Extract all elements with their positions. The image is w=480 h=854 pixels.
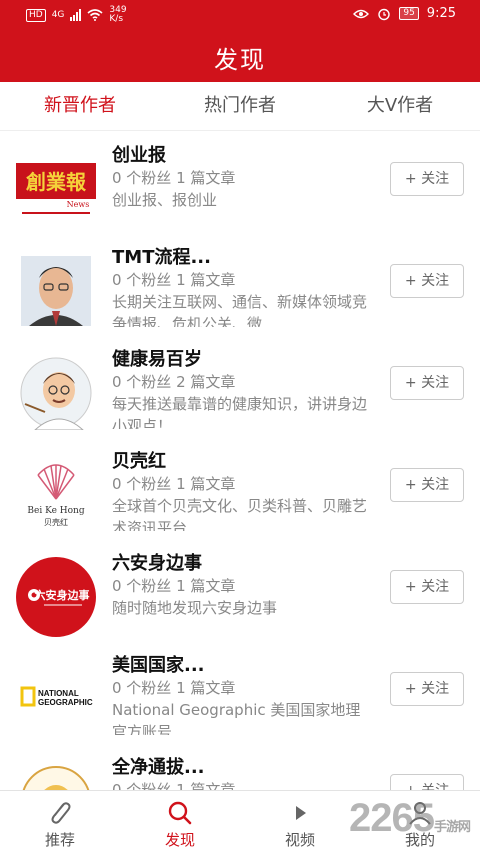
author-name: 六安身边事	[112, 553, 202, 574]
author-avatar	[16, 353, 96, 433]
nav-label: 视频	[284, 831, 315, 849]
network-type: 4G	[51, 10, 65, 20]
author-stats: 0 个粉丝 1 篇文章	[112, 475, 236, 493]
page-title: 发现	[214, 46, 266, 74]
author-name: 美国国家...	[112, 655, 205, 676]
status-bar: HD 4G 349 K/s 95 9:25	[0, 0, 480, 30]
author-desc: 每天推送最靠谱的健康知识，讲讲身边小观点！	[112, 395, 368, 429]
nav-label: 推荐	[44, 831, 75, 849]
nav-label: 发现	[164, 831, 195, 849]
author-desc: 长期关注互联网、通信、新媒体领域竞争情报、危机公关、微	[112, 293, 368, 327]
author-name: 创业报	[112, 145, 166, 166]
author-item[interactable]: 健康易百岁 0 个粉丝 2 篇文章 每天推送最靠谱的健康知识，讲讲身边小观点！ …	[0, 335, 480, 437]
author-avatar: Bei Ke Hong 贝壳红	[16, 455, 96, 535]
logo-text: 創業報	[25, 170, 87, 194]
follow-button[interactable]: + 关注	[390, 570, 464, 604]
author-name: TMT流程...	[112, 247, 211, 268]
watermark-number: 2265	[349, 796, 435, 840]
nav-video[interactable]: 视频	[240, 791, 360, 854]
author-desc: 创业报、报创业	[112, 191, 218, 209]
wifi-icon	[87, 9, 103, 21]
tab-hot-authors[interactable]: 热门作者	[160, 82, 320, 130]
author-stats: 0 个粉丝 1 篇文章	[112, 169, 236, 187]
logo-text: 六安身边事	[35, 588, 90, 602]
author-stats: 0 个粉丝 2 篇文章	[112, 373, 236, 391]
author-name: 健康易百岁	[112, 349, 202, 370]
site-watermark: 2265手游网	[349, 796, 471, 841]
logo-text: NATIONAL	[38, 689, 79, 698]
clock: 9:25	[426, 6, 456, 21]
author-desc: National Geographic 美国国家地理官方账号	[112, 701, 361, 735]
author-avatar: 六安身边事	[16, 557, 96, 637]
play-icon	[296, 806, 306, 820]
author-item[interactable]: NATIONAL GEOGRAPHIC 美国国家... 0 个粉丝 1 篇文章 …	[0, 641, 480, 743]
follow-button[interactable]: + 关注	[390, 468, 464, 502]
author-name: 贝壳红	[112, 451, 166, 472]
paperclip-icon	[51, 802, 71, 824]
eye-icon	[353, 9, 370, 18]
logo-sub: News	[67, 200, 90, 209]
author-desc: 随时随地发现六安身边事	[112, 599, 278, 617]
app-header: HD 4G 349 K/s 95 9:25 发现	[0, 0, 480, 82]
follow-button[interactable]: + 关注	[390, 162, 464, 196]
author-name: 全净通拔...	[112, 757, 205, 778]
author-stats: 0 个粉丝 1 篇文章	[112, 271, 236, 289]
net-speed-unit: K/s	[109, 14, 124, 24]
author-stats: 0 个粉丝 1 篇文章	[112, 577, 236, 595]
author-avatar: NATIONAL GEOGRAPHIC	[16, 659, 96, 739]
follow-button[interactable]: + 关注	[390, 366, 464, 400]
follow-button[interactable]: + 关注	[390, 672, 464, 706]
logo-text: Bei Ke Hong	[27, 506, 84, 516]
signal-icon	[70, 9, 82, 21]
author-avatar	[16, 251, 96, 331]
nav-recommend[interactable]: 推荐	[0, 791, 120, 854]
author-item[interactable]: TMT流程... 0 个粉丝 1 篇文章 长期关注互联网、通信、新媒体领域竞争情…	[0, 233, 480, 335]
author-stats: 0 个粉丝 1 篇文章	[112, 679, 236, 697]
author-item[interactable]: Bei Ke Hong 贝壳红 贝壳红 0 个粉丝 1 篇文章 全球首个贝壳文化…	[0, 437, 480, 539]
author-item[interactable]: 創業報 News 创业报 0 个粉丝 1 篇文章 创业报、报创业 + 关注	[0, 131, 480, 233]
logo-sub: 贝壳红	[44, 517, 68, 527]
author-desc: 全球首个贝壳文化、贝类科普、贝雕艺术资讯平台	[112, 497, 368, 531]
nav-discover[interactable]: 发现	[120, 791, 240, 854]
author-avatar: 創業報 News	[16, 149, 96, 229]
logo-sub: GEOGRAPHIC	[38, 698, 93, 707]
watermark-site: 手游网	[433, 819, 471, 834]
follow-button[interactable]: + 关注	[390, 264, 464, 298]
alarm-icon	[378, 8, 391, 20]
net-speed: 349 K/s	[109, 6, 126, 24]
tab-bigv-authors[interactable]: 大V作者	[320, 82, 480, 130]
tab-new-authors[interactable]: 新晋作者	[0, 82, 160, 130]
search-icon	[168, 801, 192, 825]
author-tabs: 新晋作者 热门作者 大V作者	[0, 82, 480, 131]
battery-indicator: 95	[399, 7, 419, 20]
hd-badge: HD	[26, 8, 46, 22]
author-item[interactable]: 六安身边事 六安身边事 0 个粉丝 1 篇文章 随时随地发现六安身边事 + 关注	[0, 539, 480, 641]
